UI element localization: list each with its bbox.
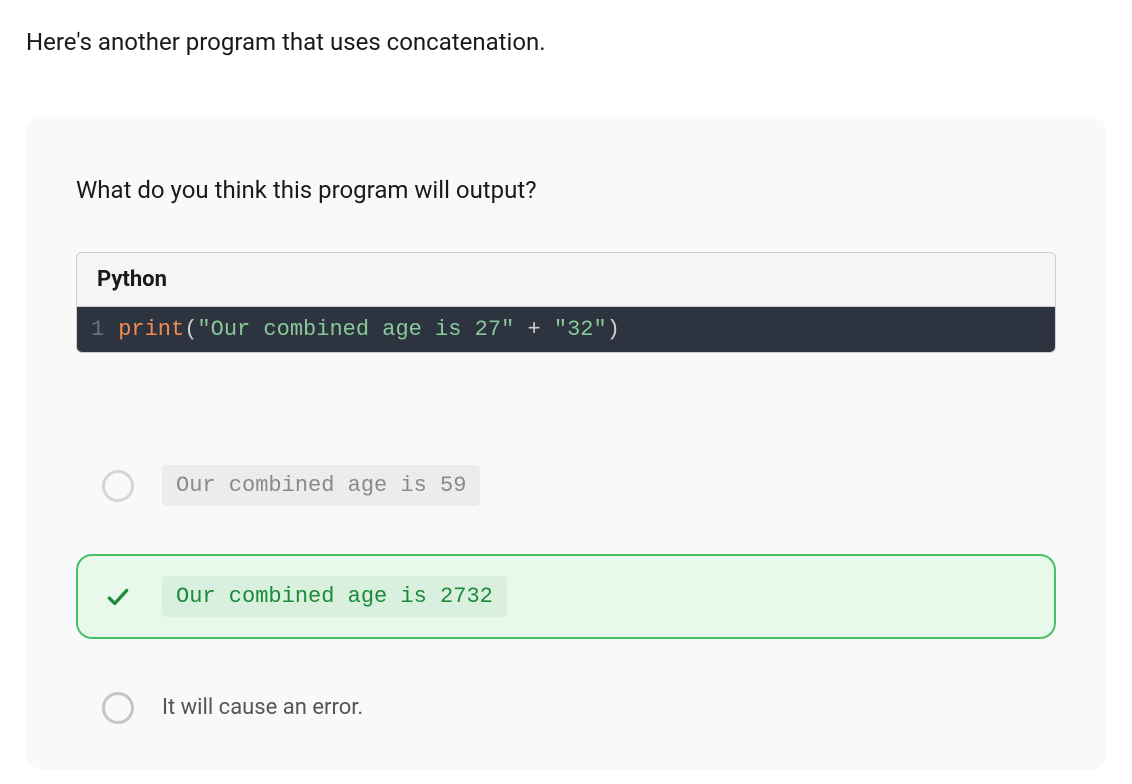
line-number: 1: [77, 317, 118, 342]
radio-icon: [102, 692, 134, 724]
options-list: Our combined age is 59 Our combined age …: [76, 443, 1056, 750]
code-language-label: Python: [77, 253, 1055, 307]
question-card: What do you think this program will outp…: [26, 116, 1106, 770]
radio-icon: [102, 470, 134, 502]
code-token-string1: "Our combined age is 27": [197, 317, 514, 342]
code-block: Python 1 print("Our combined age is 27" …: [76, 252, 1056, 353]
intro-text: Here's another program that uses concate…: [26, 28, 1132, 56]
code-token-string2: "32": [554, 317, 607, 342]
code-token-fn: print: [118, 317, 184, 342]
code-body: 1 print("Our combined age is 27" + "32"): [77, 307, 1055, 352]
code-token-close-paren: ): [607, 317, 620, 342]
question-text: What do you think this program will outp…: [76, 176, 1056, 204]
option-2-label: Our combined age is 2732: [162, 576, 507, 617]
option-1[interactable]: Our combined age is 59: [76, 443, 1056, 528]
code-token-open-paren: (: [184, 317, 197, 342]
option-2[interactable]: Our combined age is 2732: [76, 554, 1056, 639]
option-3[interactable]: It will cause an error.: [76, 665, 1056, 750]
option-1-label: Our combined age is 59: [162, 465, 480, 506]
code-content: print("Our combined age is 27" + "32"): [118, 317, 620, 342]
option-3-label: It will cause an error.: [162, 687, 377, 728]
check-icon: [102, 581, 134, 613]
code-token-operator: +: [514, 317, 554, 342]
